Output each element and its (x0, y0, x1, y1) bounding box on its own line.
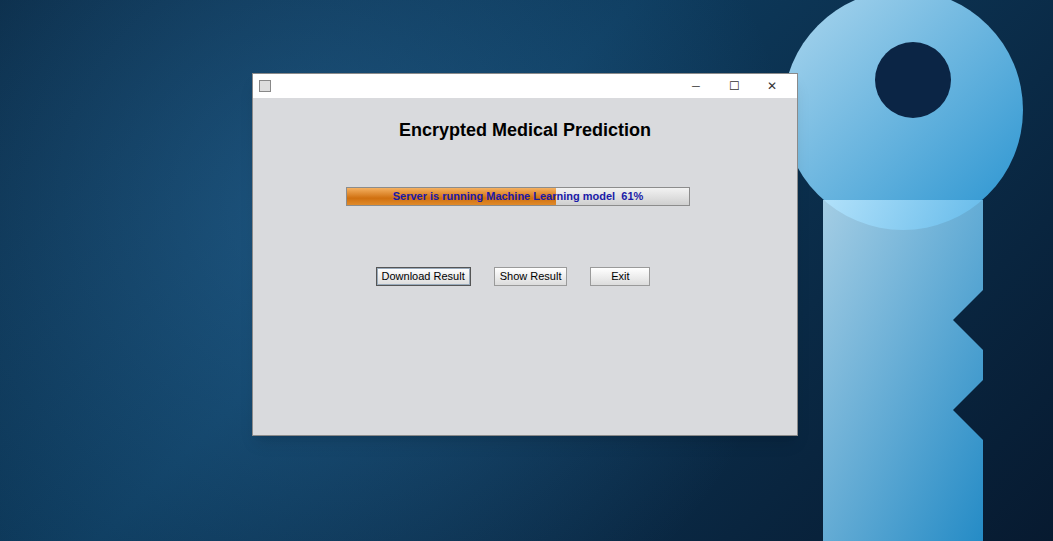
app-window: ─☐✕ Encrypted Medical Prediction Server is… (252, 73, 798, 436)
key-icon (753, 0, 1053, 541)
action-button[interactable]: Exit (590, 267, 650, 286)
maximize-button[interactable]: ☐ (715, 77, 753, 95)
desktop: ─☐✕ Encrypted Medical Prediction Server is… (0, 0, 1053, 541)
app-icon (259, 80, 271, 92)
progress-label: Server is running Machine Learning model… (393, 188, 644, 205)
action-button[interactable]: Download Result (376, 267, 471, 286)
close-button[interactable]: ✕ (753, 77, 791, 95)
heading: Encrypted Medical Prediction (399, 117, 651, 144)
window-body: Encrypted Medical Prediction Server is ru… (253, 98, 797, 435)
title-bar: ─☐✕ (253, 74, 797, 98)
button-row: Download Result Show Result Exit (376, 267, 651, 286)
minimize-button[interactable]: ─ (677, 78, 715, 95)
action-button[interactable]: Show Result (494, 267, 568, 286)
progress-bar: Server is running Machine Learning model… (346, 187, 690, 206)
